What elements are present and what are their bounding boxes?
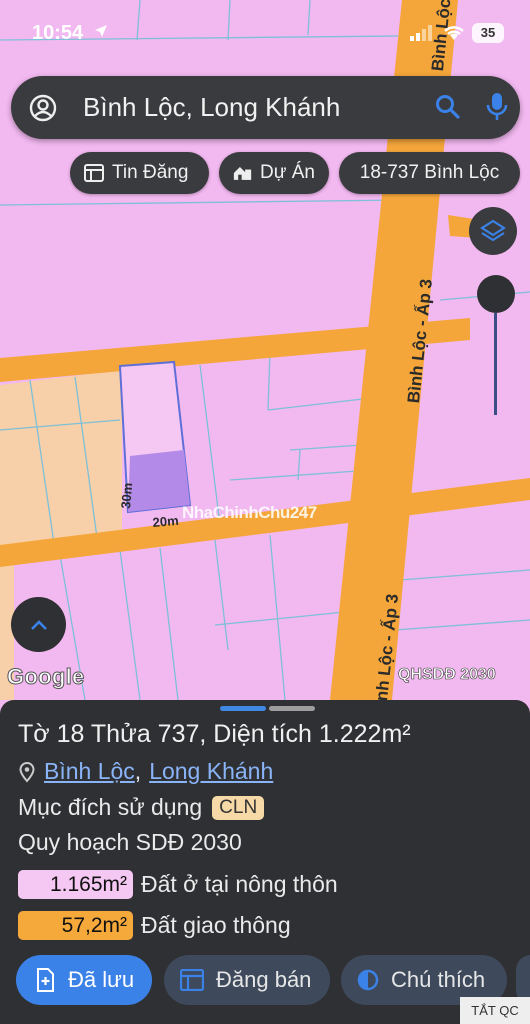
purpose-label: Mục đích sử dụng: [18, 794, 203, 820]
purpose-tag: CLN: [212, 795, 265, 820]
chip-parcel-label: 18-737 Bình Lộc: [359, 162, 500, 183]
legend-label: Chú thích: [391, 967, 486, 992]
bookmark-add-icon: [37, 968, 54, 992]
search-icon[interactable]: [435, 94, 461, 120]
search-query[interactable]: Bình Lộc, Long Khánh: [83, 92, 340, 123]
area-row-residential: 1.165m² Đất ở tại nông thôn: [18, 870, 338, 899]
post-sale-label: Đăng bán: [216, 967, 312, 992]
plan-badge: QHSDĐ 2030: [398, 666, 496, 684]
chip-listings-label: Tin Đăng: [112, 162, 189, 183]
plan-label: Quy hoạch SDĐ 2030: [18, 829, 242, 855]
area-row-traffic: 57,2m² Đất giao thông: [18, 911, 291, 940]
sheet-handle-active[interactable]: [220, 706, 266, 711]
sheet-handle[interactable]: [269, 706, 315, 711]
listing-icon: [180, 969, 204, 991]
clock: 10:54: [32, 22, 84, 44]
status-bar: 10:54 35: [0, 0, 530, 64]
location-arrow-icon: [95, 25, 107, 37]
chip-projects[interactable]: Dự Án: [219, 152, 329, 194]
address-separator: ,: [134, 758, 142, 784]
battery-indicator: 35: [472, 23, 504, 43]
chip-parcel[interactable]: 18-737 Bình Lộc: [339, 152, 520, 194]
opacity-slider-track[interactable]: [494, 313, 497, 415]
post-sale-button[interactable]: Đăng bán: [164, 955, 330, 1005]
parcel-info-sheet[interactable]: Tờ 18 Thửa 737, Diện tích 1.222m² Bình L…: [0, 700, 530, 1024]
area-label-traffic: Đất giao thông: [141, 912, 291, 938]
chip-listings[interactable]: Tin Đăng: [70, 152, 209, 194]
account-icon[interactable]: [29, 94, 57, 122]
location-pin-icon: [19, 761, 35, 782]
parcel-depth: 30m: [118, 482, 136, 510]
microphone-icon[interactable]: [486, 92, 508, 122]
area-value-traffic: 57,2m²: [18, 911, 133, 940]
signal-icon: [410, 25, 432, 41]
watermark: NhaChinhChu247: [182, 503, 317, 522]
parcel-address: Bình Lộc , Long Khánh: [18, 758, 273, 785]
layers-button[interactable]: [469, 207, 517, 255]
saved-label: Đã lưu: [68, 967, 135, 992]
saved-button[interactable]: Đã lưu: [16, 955, 152, 1005]
area-value-residential: 1.165m²: [18, 870, 133, 899]
google-logo: Google: [7, 664, 85, 690]
ward-link[interactable]: Bình Lộc: [44, 758, 135, 785]
chip-projects-label: Dự Án: [260, 162, 315, 183]
parcel-width: 20m: [152, 512, 180, 530]
opacity-slider-knob[interactable]: [477, 275, 515, 313]
chevron-up-icon: [30, 619, 47, 630]
land-purpose: Mục đích sử dụng CLN: [18, 794, 265, 821]
building-icon: [233, 166, 252, 180]
area-label-residential: Đất ở tại nông thôn: [141, 871, 338, 897]
parcel-title: Tờ 18 Thửa 737, Diện tích 1.222m²: [18, 720, 411, 748]
listing-icon: [84, 164, 104, 182]
layers-icon: [480, 219, 506, 242]
city-link[interactable]: Long Khánh: [149, 758, 273, 785]
search-bar[interactable]: Bình Lộc, Long Khánh: [11, 76, 520, 139]
expand-up-button[interactable]: [11, 597, 66, 652]
wifi-icon: [444, 26, 464, 40]
ad-off-button[interactable]: TẮT QC: [460, 997, 530, 1024]
contrast-icon: [357, 969, 379, 991]
